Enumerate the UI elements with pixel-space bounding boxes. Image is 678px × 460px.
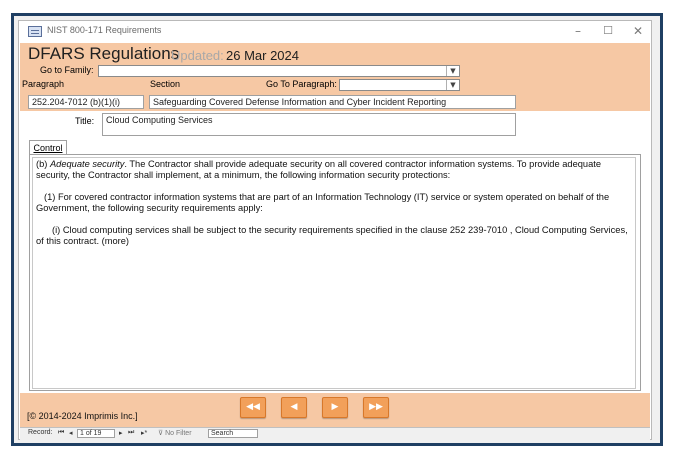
- last-record-button[interactable]: ▶▶: [363, 397, 389, 418]
- updated-date: 26 Mar 2024: [226, 48, 299, 63]
- title-label: Title:: [75, 116, 95, 126]
- new-record-icon[interactable]: ▸*: [141, 429, 147, 437]
- updated-label: Updated:: [171, 48, 224, 63]
- go-to-paragraph-combo[interactable]: ▼: [339, 79, 460, 91]
- form-window: NIST 800-171 Requirements – ☐ ✕ DFARS Re…: [18, 20, 652, 440]
- go-to-family-label: Go to Family:: [40, 65, 94, 75]
- paragraph-field[interactable]: 252.204-7012 (b)(1)(i): [28, 95, 144, 109]
- section-header: Section: [150, 79, 181, 89]
- close-button[interactable]: ✕: [627, 23, 649, 39]
- control-paragraph-b: (b) Adequate security. The Contractor sh…: [36, 159, 602, 180]
- record-position-field[interactable]: 1 of 19: [77, 429, 115, 438]
- search-box[interactable]: Search: [208, 429, 258, 438]
- control-paragraph-1: (1) For covered contractor information s…: [36, 192, 610, 213]
- record-label: Record:: [28, 429, 53, 436]
- previous-record-button[interactable]: ◀: [281, 397, 307, 418]
- record-navigation-bar: Record: ⏮ ◂ 1 of 19 ▸ ⏭ ▸* ⊽ No Filter S…: [20, 427, 650, 440]
- last-record-icon[interactable]: ⏭: [128, 429, 134, 437]
- first-record-button[interactable]: ◀◀: [240, 397, 266, 418]
- chevron-down-icon[interactable]: ▼: [446, 66, 459, 76]
- form-icon: [28, 26, 42, 37]
- title-bar: NIST 800-171 Requirements – ☐ ✕: [19, 21, 651, 43]
- form-footer: [© 2014-2024 Imprimis Inc.] ◀◀ ◀ ▶ ▶▶: [20, 393, 650, 427]
- paragraph-header: Paragraph: [22, 79, 65, 89]
- tab-control-label: Control: [33, 143, 63, 153]
- no-filter-indicator[interactable]: ⊽ No Filter: [158, 429, 192, 437]
- go-to-family-value: [99, 74, 101, 83]
- previous-record-icon[interactable]: ◂: [69, 429, 73, 437]
- first-record-icon[interactable]: ⏮: [58, 429, 64, 437]
- go-to-family-combo[interactable]: ▼: [98, 65, 460, 77]
- control-text-box[interactable]: (b) Adequate security. The Contractor sh…: [32, 157, 636, 389]
- filter-icon: ⊽: [158, 430, 164, 437]
- control-tab-panel: (b) Adequate security. The Contractor sh…: [29, 154, 641, 391]
- page-title: DFARS Regulations: [28, 44, 180, 63]
- maximize-button[interactable]: ☐: [597, 23, 619, 39]
- minimize-button[interactable]: –: [567, 23, 589, 39]
- go-to-paragraph-label: Go To Paragraph:: [266, 79, 337, 89]
- section-field[interactable]: Safeguarding Covered Defense Information…: [149, 95, 516, 109]
- no-filter-label: No Filter: [165, 430, 192, 437]
- adequate-security-term: Adequate security: [49, 159, 125, 169]
- window-title: NIST 800-171 Requirements: [47, 25, 162, 35]
- next-record-icon[interactable]: ▸: [119, 429, 123, 437]
- tab-control[interactable]: Control: [29, 140, 67, 155]
- control-paragraph-i: (i) Cloud computing services shall be su…: [36, 225, 628, 246]
- chevron-down-icon[interactable]: ▼: [446, 80, 459, 90]
- next-record-button[interactable]: ▶: [322, 397, 348, 418]
- form-header: DFARS Regulations Updated: 26 Mar 2024 G…: [20, 43, 650, 111]
- copyright-notice: [© 2014-2024 Imprimis Inc.]: [27, 411, 138, 421]
- title-field[interactable]: Cloud Computing Services: [102, 113, 516, 136]
